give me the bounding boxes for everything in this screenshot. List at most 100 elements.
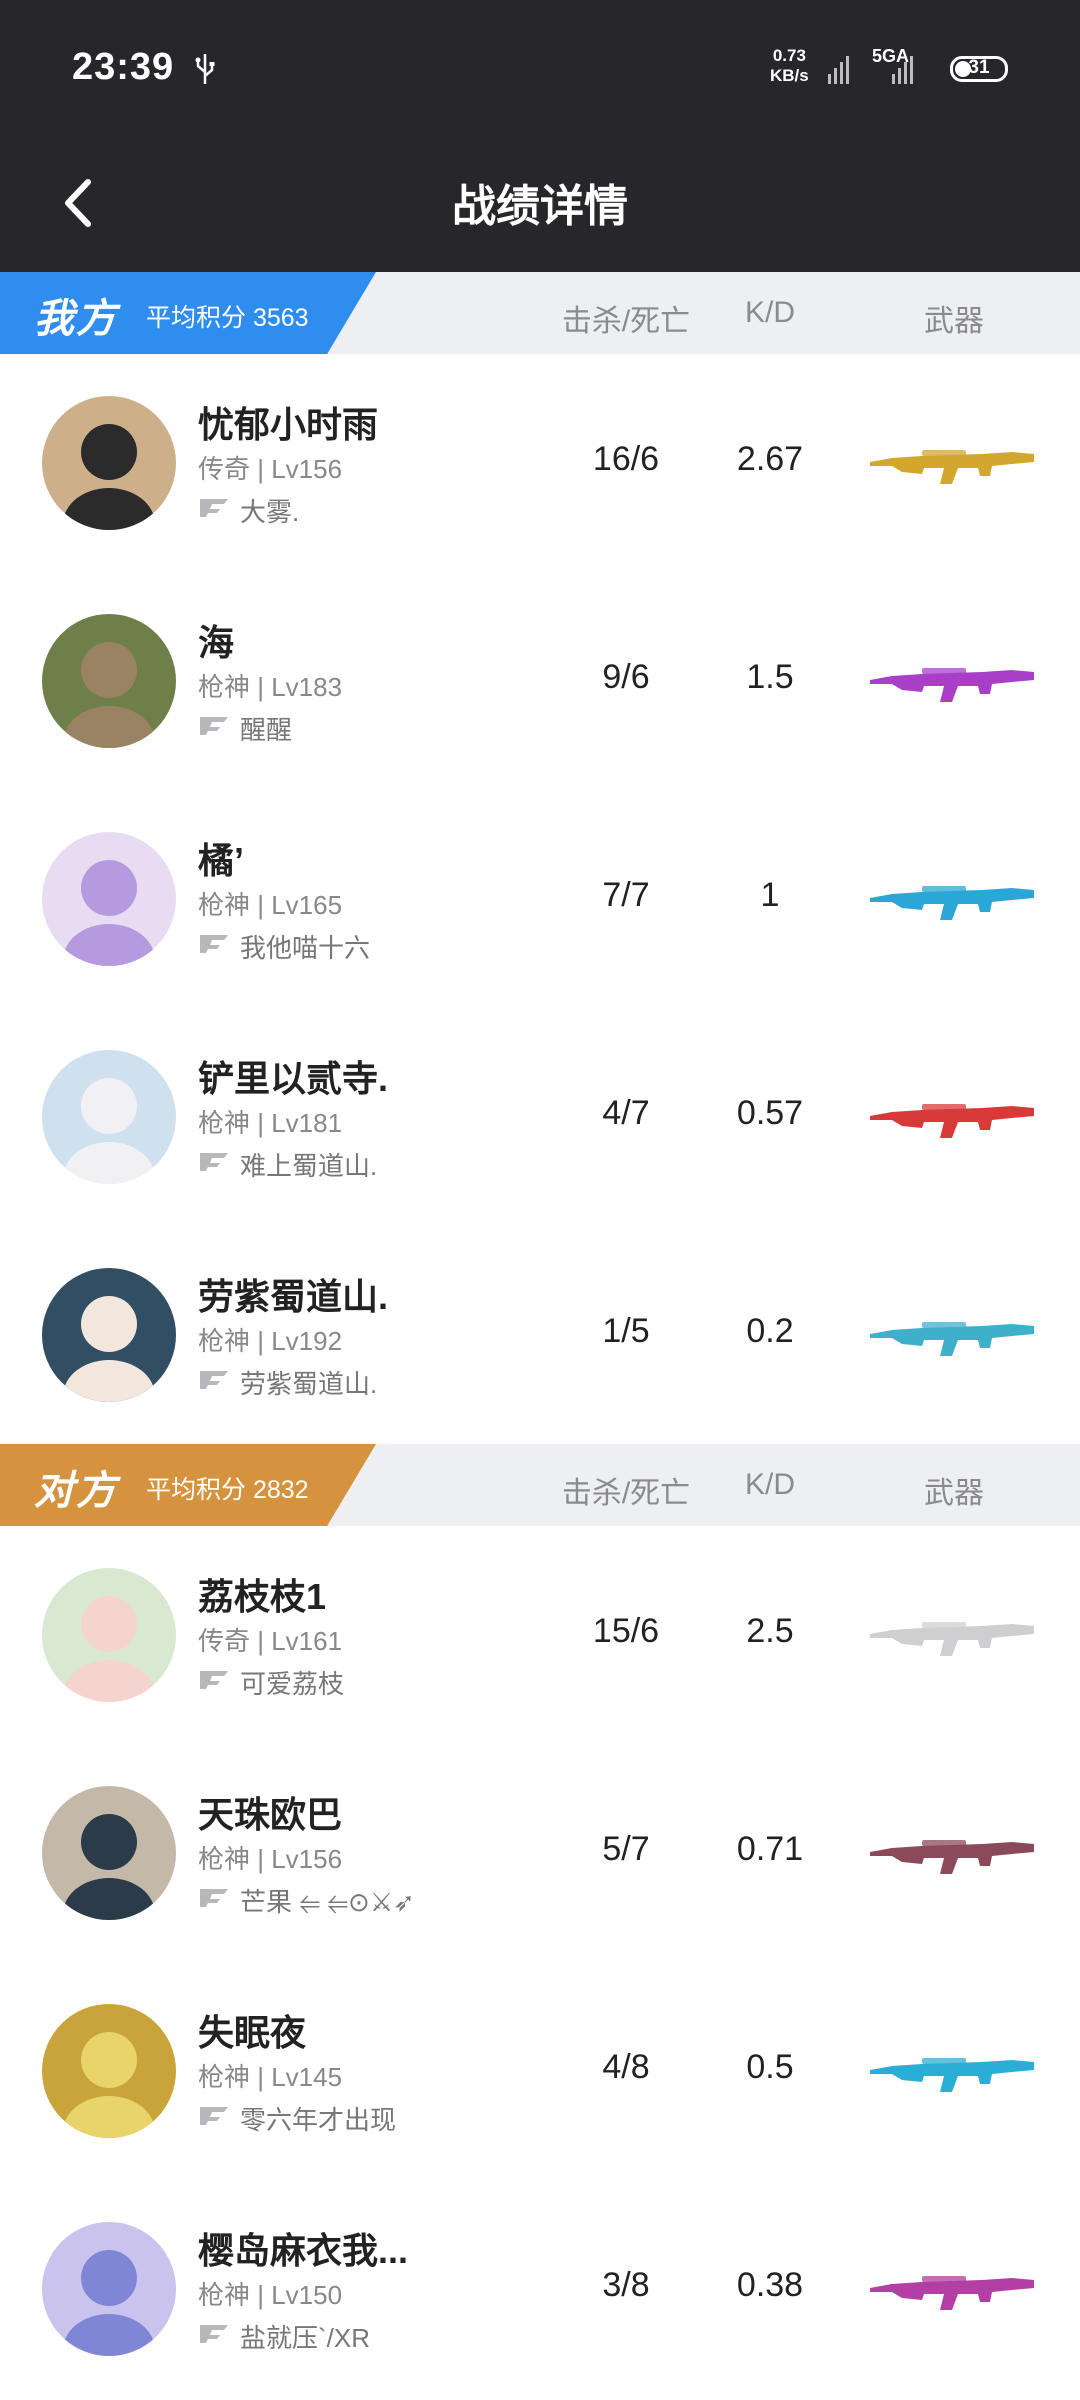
player-name: 铲里以贰寺.: [198, 1058, 389, 1099]
page-title: 战绩详情: [452, 182, 628, 231]
column-weapon: 武器: [924, 305, 984, 338]
team-name: 我方: [34, 297, 118, 341]
avatar[interactable]: [42, 2222, 176, 2356]
clan-icon: [200, 2107, 228, 2125]
kd-ratio: 0.57: [736, 1094, 804, 1132]
team-header-ours: 我方 平均积分 3563 击杀/死亡 K/D 武器: [0, 272, 1080, 354]
player-name: 失眠夜: [198, 2012, 307, 2053]
clan-name: 盐就压`/XR: [240, 2323, 371, 2353]
avatar[interactable]: [42, 1268, 176, 1402]
clock: 23:39: [72, 46, 175, 88]
kd-ratio: 2.5: [746, 1612, 794, 1650]
avatar[interactable]: [42, 1050, 176, 1184]
team-header-enemy: 对方 平均积分 2832 击杀/死亡 K/D 武器: [0, 1444, 1080, 1526]
status-bar: 23:39 0.73 KB/s 5GA 31: [0, 0, 1080, 140]
kd-ratio: 1.5: [746, 658, 794, 696]
player-name: 忧郁小时雨: [198, 404, 379, 445]
clan-name: 难上蜀道山.: [240, 1151, 378, 1181]
weapon-icon[interactable]: [862, 1586, 1042, 1686]
player-row[interactable]: 忧郁小时雨 传奇 | Lv156 大雾. 16/6 2.67: [0, 354, 1080, 572]
avatar[interactable]: [42, 832, 176, 966]
avatar[interactable]: [42, 1786, 176, 1920]
clan-icon: [200, 1889, 228, 1907]
player-name: 荔枝枝1: [198, 1576, 327, 1617]
weapon-icon[interactable]: [862, 1804, 1042, 1904]
avatar[interactable]: [42, 2004, 176, 2138]
clan-name: 零六年才出现: [240, 2105, 397, 2135]
team-average-score: 平均积分 2832: [146, 1476, 309, 1504]
team-tag: 我方 平均积分 3563: [0, 272, 376, 354]
kills-deaths: 15/6: [592, 1612, 660, 1650]
kd-ratio: 0.2: [746, 1312, 794, 1350]
network-type: 5GA: [872, 46, 910, 66]
player-name: 劳紫蜀道山.: [198, 1276, 389, 1317]
clan-name: 大雾.: [240, 497, 300, 527]
player-level: 枪神 | Lv181: [198, 1108, 343, 1138]
kd-ratio: 0.71: [736, 1830, 804, 1868]
player-level: 传奇 | Lv156: [198, 454, 343, 484]
player-row[interactable]: 劳紫蜀道山. 枪神 | Lv192 劳紫蜀道山. 1/5 0.2: [0, 1226, 1080, 1444]
player-level: 枪神 | Lv145: [198, 2062, 343, 2092]
column-kd-ratio: K/D: [744, 1468, 795, 1501]
weapon-icon[interactable]: [862, 850, 1042, 950]
avatar[interactable]: [42, 396, 176, 530]
column-weapon: 武器: [924, 1477, 984, 1510]
weapon-icon[interactable]: [862, 1068, 1042, 1168]
kd-ratio: 1: [760, 876, 780, 914]
avatar[interactable]: [42, 614, 176, 748]
player-name: 樱岛麻衣我...: [198, 2230, 409, 2271]
player-row[interactable]: 樱岛麻衣我... 枪神 | Lv150 盐就压`/XR 3/8 0.38: [0, 2180, 1080, 2398]
player-row[interactable]: 铲里以贰寺. 枪神 | Lv181 难上蜀道山. 4/7 0.57: [0, 1008, 1080, 1226]
kills-deaths: 3/8: [602, 2266, 650, 2304]
weapon-icon[interactable]: [862, 1286, 1042, 1386]
usb-icon: [195, 54, 215, 84]
team-average-score: 平均积分 3563: [146, 304, 309, 332]
player-name: 天珠欧巴: [198, 1794, 343, 1835]
kills-deaths: 7/7: [602, 876, 650, 914]
player-row[interactable]: 海 枪神 | Lv183 醒醒 9/6 1.5: [0, 572, 1080, 790]
clan-name: 我他喵十六: [240, 933, 371, 963]
column-kills-deaths: 击杀/死亡: [561, 1477, 691, 1510]
clan-name: 劳紫蜀道山.: [240, 1369, 378, 1399]
column-kills-deaths: 击杀/死亡: [561, 305, 691, 338]
kills-deaths: 16/6: [592, 440, 660, 478]
kd-ratio: 0.5: [746, 2048, 794, 2086]
clan-icon: [200, 1671, 228, 1689]
player-row[interactable]: 失眠夜 枪神 | Lv145 零六年才出现 4/8 0.5: [0, 1962, 1080, 2180]
clan-icon: [200, 1371, 228, 1389]
battery-icon: 31: [950, 56, 1008, 82]
player-level: 枪神 | Lv156: [198, 1844, 343, 1874]
player-name: 橘’: [198, 840, 245, 881]
team-tag: 对方 平均积分 2832: [0, 1444, 376, 1526]
player-level: 传奇 | Lv161: [198, 1626, 343, 1656]
clan-name: 可爱荔枝: [240, 1669, 345, 1699]
avatar[interactable]: [42, 1568, 176, 1702]
team-name: 对方: [34, 1469, 118, 1513]
clan-icon: [200, 935, 228, 953]
kills-deaths: 9/6: [602, 658, 650, 696]
player-level: 枪神 | Lv150: [198, 2280, 343, 2310]
kills-deaths: 4/7: [602, 1094, 650, 1132]
player-row[interactable]: 荔枝枝1 传奇 | Lv161 可爱荔枝 15/6 2.5: [0, 1526, 1080, 1744]
kills-deaths: 4/8: [602, 2048, 650, 2086]
clan-icon: [200, 2325, 228, 2343]
weapon-icon[interactable]: [862, 632, 1042, 732]
clan-icon: [200, 499, 228, 517]
player-row[interactable]: 橘’ 枪神 | Lv165 我他喵十六 7/7 1: [0, 790, 1080, 1008]
kills-deaths: 1/5: [602, 1312, 650, 1350]
column-kd-ratio: K/D: [744, 296, 795, 329]
nav-bar: 战绩详情: [0, 140, 1080, 272]
weapon-icon[interactable]: [862, 2022, 1042, 2122]
weapon-icon[interactable]: [862, 414, 1042, 514]
weapon-icon[interactable]: [862, 2240, 1042, 2340]
player-row[interactable]: 天珠欧巴 枪神 | Lv156 芒果 ⥢ ⥢⊙⚔➶ 5/7 0.71: [0, 1744, 1080, 1962]
battery-level: 31: [968, 57, 990, 78]
player-level: 枪神 | Lv183: [198, 672, 343, 702]
player-level: 枪神 | Lv192: [198, 1326, 343, 1356]
kd-ratio: 0.38: [736, 2266, 804, 2304]
clan-icon: [200, 1153, 228, 1171]
kills-deaths: 5/7: [602, 1830, 650, 1868]
player-level: 枪神 | Lv165: [198, 890, 343, 920]
player-name: 海: [198, 622, 235, 663]
clan-icon: [200, 717, 228, 735]
